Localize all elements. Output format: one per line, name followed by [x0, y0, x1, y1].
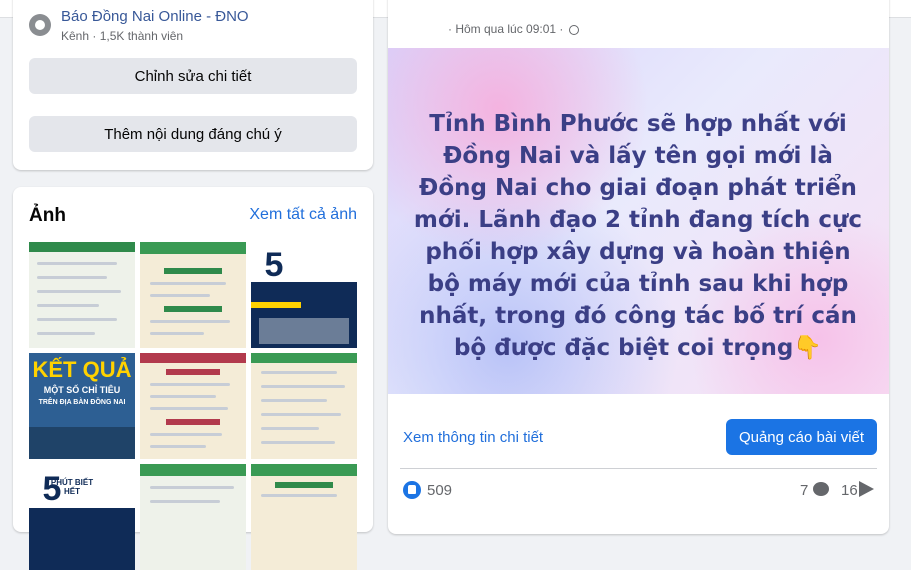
photo-thumbnail[interactable] [251, 353, 357, 459]
thumb-line [150, 445, 206, 448]
like-icon[interactable] [403, 481, 421, 499]
thumb-line [37, 332, 95, 335]
thumb-line [150, 332, 204, 335]
photo-thumbnail[interactable] [140, 353, 246, 459]
photo-thumbnail[interactable]: 5 PHÚT BIẾT HẾT [29, 464, 135, 570]
channel-icon [29, 14, 51, 36]
thumb-header [29, 242, 135, 252]
pointing-down-icon: 👇 [793, 335, 823, 361]
group-info-card: Báo Đồng Nai Online - ĐNO Kênh · 1,5K th… [13, 0, 373, 170]
thumb-band [275, 482, 333, 488]
thumb-line [150, 500, 220, 503]
thumb-line [37, 262, 117, 265]
thumb-band [166, 369, 220, 375]
thumb-line [150, 383, 230, 386]
photo-thumbnail[interactable]: 5 [251, 242, 357, 348]
comment-count[interactable]: 7 [800, 482, 808, 499]
thumb-line [261, 441, 335, 444]
post-background: Tỉnh Bình Phước sẽ hợp nhất với Đồng Nai… [388, 48, 889, 394]
thumb-photo [29, 427, 135, 459]
thumb-header [251, 353, 357, 363]
thumb-line [261, 385, 345, 388]
post-card: · Hôm qua lúc 09:01 · Tỉnh Bình Phước sẽ… [388, 0, 889, 534]
thumb-line [150, 433, 222, 436]
boost-post-button[interactable]: Quảng cáo bài viết [726, 419, 877, 455]
thumb-header [140, 242, 246, 254]
thumb-line [261, 371, 337, 374]
divider [400, 468, 877, 469]
comment-icon[interactable] [813, 482, 829, 496]
post-text: Tỉnh Bình Phước sẽ hợp nhất với Đồng Nai… [408, 108, 868, 364]
photo-thumbnail[interactable] [140, 464, 246, 570]
like-count[interactable]: 509 [427, 482, 452, 499]
thumb-subtitle: TRÊN ĐỊA BÀN ĐỒNG NAI [38, 399, 126, 406]
see-all-photos-link[interactable]: Xem tất cả ảnh [249, 206, 357, 224]
thumb-line [37, 290, 121, 293]
photo-thumbnail[interactable] [29, 242, 135, 348]
thumb-header [251, 464, 357, 476]
add-featured-button[interactable]: Thêm nội dung đáng chú ý [29, 116, 357, 152]
thumb-line [150, 294, 210, 297]
thumb-line [150, 407, 228, 410]
thumb-line [37, 304, 99, 307]
post-time-text: · Hôm qua lúc 09:01 · [448, 22, 564, 36]
thumb-number: 5 [264, 246, 284, 284]
thumb-line [261, 427, 319, 430]
post-timestamp[interactable]: · Hôm qua lúc 09:01 · [448, 22, 579, 36]
globe-icon [568, 25, 579, 35]
share-count[interactable]: 16 [841, 482, 858, 499]
thumb-line [150, 395, 216, 398]
thumb-photo [259, 318, 349, 344]
post-body: Tỉnh Bình Phước sẽ hợp nhất với Đồng Nai… [413, 111, 863, 361]
thumb-header [140, 464, 246, 476]
photos-title: Ảnh [29, 205, 66, 226]
photo-thumbnail[interactable] [251, 464, 357, 570]
thumb-band [166, 419, 220, 425]
thumb-line [37, 276, 107, 279]
thumb-header [140, 353, 246, 363]
thumb-line [150, 486, 234, 489]
thumb-title: KẾT QUẢ [32, 357, 132, 382]
thumb-band [164, 306, 222, 312]
thumb-line [37, 318, 117, 321]
photo-thumbnail[interactable] [140, 242, 246, 348]
thumb-band [251, 302, 301, 308]
group-name-link[interactable]: Báo Đồng Nai Online - ĐNO [61, 8, 249, 25]
view-details-link[interactable]: Xem thông tin chi tiết [403, 429, 543, 446]
thumb-line [261, 494, 337, 497]
group-meta: Kênh · 1,5K thành viên [61, 29, 184, 43]
thumb-band [164, 268, 222, 274]
thumb-line [150, 282, 226, 285]
edit-details-button[interactable]: Chỉnh sửa chi tiết [29, 58, 357, 94]
thumb-subtitle: MỘT SỐ CHỈ TIÊU [43, 385, 121, 395]
photo-thumbnail[interactable]: KẾT QUẢ MỘT SỐ CHỈ TIÊU TRÊN ĐỊA BÀN ĐỒN… [29, 353, 135, 459]
photos-card: Ảnh Xem tất cả ảnh 5 KẾT QUẢ MỘT SỐ CHỈ … [13, 187, 373, 570]
share-icon[interactable] [859, 481, 874, 497]
thumb-line [150, 320, 230, 323]
thumb-subtitle: PHÚT BIẾT HẾT [50, 478, 94, 496]
thumb-line [261, 413, 341, 416]
group-header: Báo Đồng Nai Online - ĐNO Kênh · 1,5K th… [29, 8, 359, 46]
thumb-line [261, 399, 327, 402]
